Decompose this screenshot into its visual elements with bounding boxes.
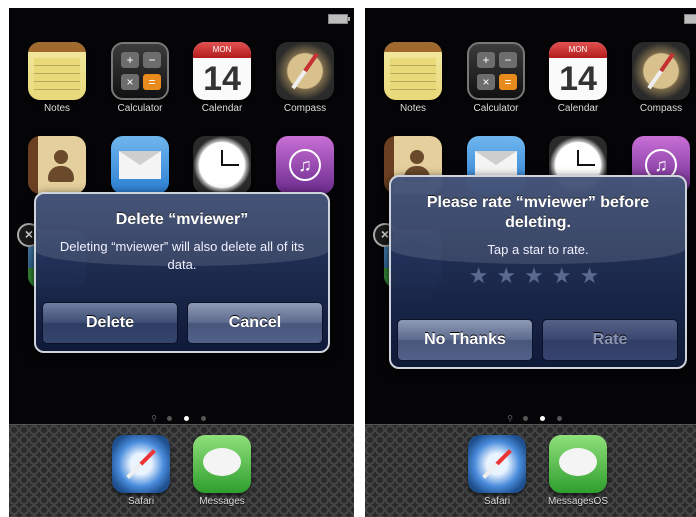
search-icon: ⚲ <box>151 414 157 423</box>
app-label: Calendar <box>201 103 243 114</box>
app-label: Notes <box>399 103 427 114</box>
app-calculator[interactable]: + − × = Calculator <box>464 42 528 114</box>
safari-icon <box>112 435 170 493</box>
alert-title: Delete “mviewer” <box>115 211 249 228</box>
app-notes[interactable]: Notes <box>25 42 89 114</box>
app-mail[interactable] <box>108 136 172 194</box>
app-label: Safari <box>483 496 511 507</box>
calendar-icon: MON 14 <box>193 42 251 100</box>
alert-title: Please rate “mviewer” before deleting. <box>426 194 650 231</box>
app-messages[interactable]: MessagesOS <box>546 435 610 507</box>
mail-icon <box>111 136 169 194</box>
app-label: MessagesOS <box>547 496 609 507</box>
app-contacts[interactable] <box>25 136 89 194</box>
rate-button[interactable]: Rate <box>542 319 678 361</box>
battery-icon <box>328 14 350 24</box>
app-label: Safari <box>127 496 155 507</box>
app-notes[interactable]: Notes <box>381 42 445 114</box>
app-label: Messages <box>199 496 245 507</box>
star-rating[interactable]: ★★★★★ <box>391 263 685 289</box>
app-label: Compass <box>283 103 327 114</box>
screen-delete-confirm: Notes + − × = Calculator MON 14 Calendar C… <box>9 8 354 517</box>
compass-icon <box>632 42 690 100</box>
notes-icon <box>28 42 86 100</box>
search-icon: ⚲ <box>507 414 513 423</box>
cancel-button[interactable]: Cancel <box>187 302 323 344</box>
delete-button[interactable]: Delete <box>42 302 178 344</box>
app-compass[interactable]: Compass <box>273 42 337 114</box>
app-safari[interactable]: Safari <box>109 435 173 507</box>
app-clock[interactable] <box>190 136 254 194</box>
contacts-icon <box>28 136 86 194</box>
delete-alert: Delete “mviewer” Deleting “mviewer” will… <box>34 192 330 353</box>
messages-icon <box>549 435 607 493</box>
app-calendar[interactable]: MON 14 Calendar <box>190 42 254 114</box>
app-label: Notes <box>43 103 71 114</box>
calculator-icon: + − × = <box>467 42 525 100</box>
app-label: Calculator <box>117 103 163 114</box>
notes-icon <box>384 42 442 100</box>
music-note-icon: ♫ <box>276 136 334 194</box>
dock: Safari MessagesOS <box>365 424 696 517</box>
app-calculator[interactable]: + − × = Calculator <box>108 42 172 114</box>
app-label: Compass <box>639 103 683 114</box>
compass-icon <box>276 42 334 100</box>
calendar-icon: MON 14 <box>549 42 607 100</box>
app-messages[interactable]: Messages <box>190 435 254 507</box>
app-label: Calculator <box>473 103 519 114</box>
app-calendar[interactable]: MON 14 Calendar <box>546 42 610 114</box>
rate-alert: Please rate “mviewer” before deleting. T… <box>389 175 687 369</box>
app-itunes[interactable]: ♫ <box>273 136 337 194</box>
page-indicator[interactable]: ⚲ <box>9 414 354 423</box>
app-compass[interactable]: Compass <box>629 42 693 114</box>
no-thanks-button[interactable]: No Thanks <box>397 319 533 361</box>
app-safari[interactable]: Safari <box>465 435 529 507</box>
page-indicator[interactable]: ⚲ <box>365 414 696 423</box>
clock-icon <box>193 136 251 194</box>
messages-icon <box>193 435 251 493</box>
safari-icon <box>468 435 526 493</box>
screen-rate-prompt: Notes + − × = Calculator MON 14 Calendar C… <box>365 8 696 517</box>
app-label: Calendar <box>557 103 599 114</box>
battery-icon <box>684 14 696 24</box>
alert-message: Tap a star to rate. <box>487 242 589 257</box>
alert-message: Deleting “mviewer” will also delete all … <box>59 239 305 272</box>
calculator-icon: + − × = <box>111 42 169 100</box>
dock: Safari Messages <box>9 424 354 517</box>
